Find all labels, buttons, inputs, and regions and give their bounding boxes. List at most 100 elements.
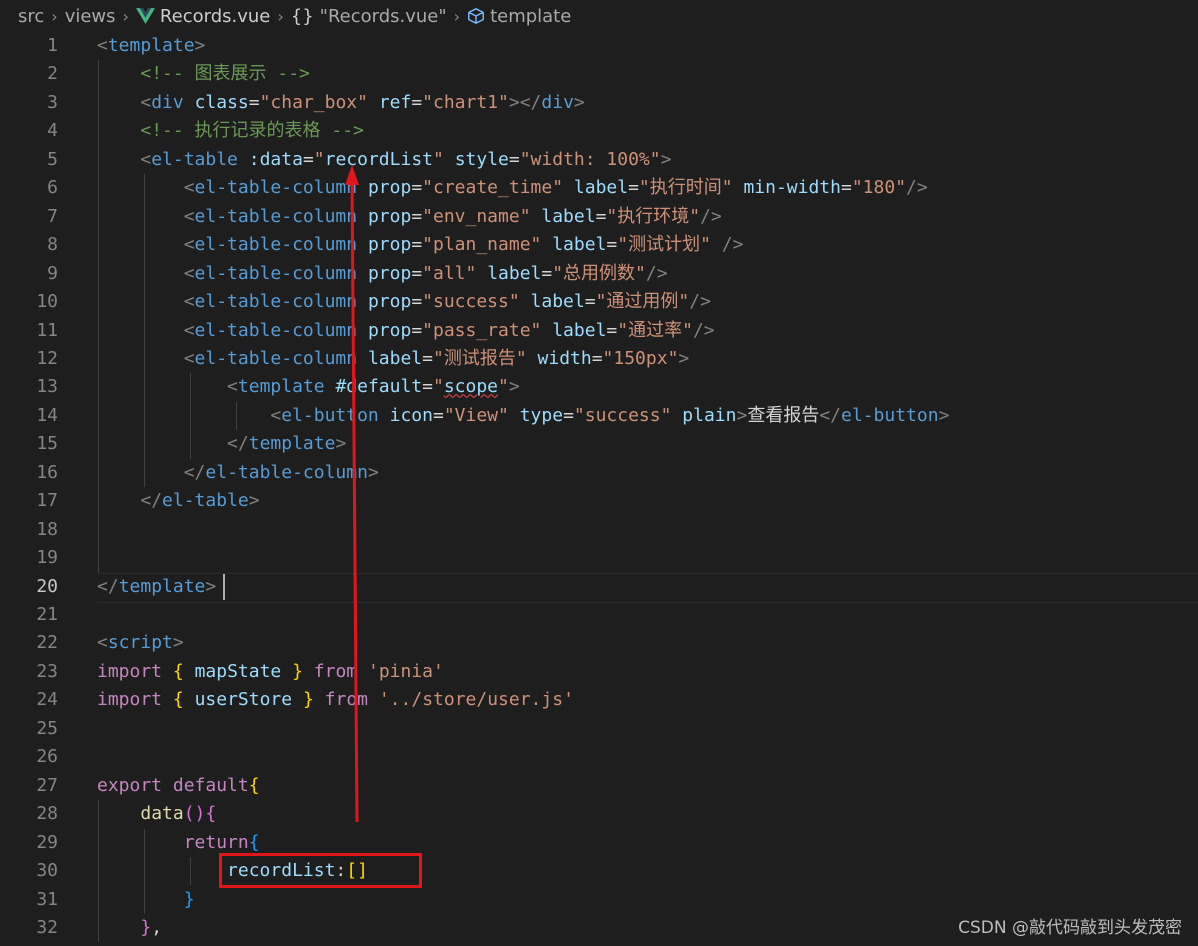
code-token: el-button (281, 404, 379, 426)
line-number: 10 (36, 291, 58, 313)
code-line[interactable]: 27 export default{ (0, 772, 1198, 800)
code-token: type (519, 404, 564, 426)
code-line[interactable]: 30 recordList:[] (0, 857, 1198, 885)
code-line[interactable]: 26 (0, 743, 1198, 771)
line-number: 21 (36, 604, 58, 625)
code-line[interactable]: 8 <el-table-column prop="plan_name" labe… (0, 231, 1198, 259)
code-token: /> (645, 262, 668, 284)
code-line[interactable]: 3 <div class="char_box" ref="chart1"></d… (0, 89, 1198, 117)
code-line[interactable]: 15 </template> (0, 430, 1198, 458)
line-number: 3 (47, 91, 58, 113)
code-line[interactable]: 4 <!-- 执行记录的表格 --> (0, 117, 1198, 145)
code-token: template (107, 35, 195, 56)
line-number: 32 (36, 916, 58, 938)
code-line[interactable]: 25 (0, 715, 1198, 743)
code-token: < (270, 404, 282, 426)
line-number: 6 (47, 177, 58, 199)
code-token: , (151, 916, 163, 938)
line-number: 1 (47, 35, 58, 56)
code-line[interactable]: 28 data(){ (0, 800, 1198, 828)
vue-file-icon (135, 8, 155, 24)
code-line[interactable]: 9 <el-table-column prop="all" label="总用例… (0, 260, 1198, 288)
code-token: " (433, 148, 444, 170)
code-line[interactable]: 21 (0, 601, 1198, 629)
code-line[interactable]: 23 import { mapState } from 'pinia' (0, 658, 1198, 686)
code-text: <template> (97, 32, 205, 60)
code-line[interactable]: 16 </el-table-column> (0, 459, 1198, 487)
code-token: < (140, 148, 152, 170)
chevron-right-icon: › (122, 6, 129, 26)
line-number: 31 (36, 888, 58, 910)
code-line[interactable]: 19 (0, 544, 1198, 572)
code-text: <el-table-column prop="pass_rate" label=… (97, 317, 715, 345)
line-number: 13 (36, 376, 58, 398)
code-token: " (498, 376, 509, 398)
code-token: "success" (573, 404, 672, 426)
code-text: </el-table-column> (97, 459, 379, 487)
breadcrumb-item-template[interactable]: template (490, 6, 571, 27)
code-line[interactable]: 22 <script> (0, 629, 1198, 657)
code-token: < (183, 347, 195, 369)
code-line[interactable]: 13 <template #default="scope"> (0, 373, 1198, 401)
code-token: "success" (422, 291, 520, 313)
code-line[interactable]: 24 import { userStore } from '../store/us… (0, 686, 1198, 714)
code-line[interactable]: 20 </template> (0, 573, 1198, 601)
breadcrumb-item-module[interactable]: "Records.vue" (320, 6, 447, 27)
code-line[interactable]: 12 <el-table-column label="测试报告" width="… (0, 345, 1198, 373)
code-token: "View" (443, 404, 509, 426)
code-line[interactable]: 18 (0, 516, 1198, 544)
code-line[interactable]: 2 <!-- 图表展示 --> (0, 60, 1198, 88)
code-text: export default{ (97, 772, 260, 800)
code-token: = (422, 376, 433, 398)
line-number: 14 (36, 404, 58, 426)
code-token: "150px" (602, 347, 679, 369)
code-token: = (628, 177, 639, 199)
code-token: "chart1" (422, 91, 509, 113)
code-line[interactable]: 5 <el-table :data="recordList" style="wi… (0, 146, 1198, 174)
code-token: '../store/user.js' (378, 689, 574, 711)
code-token: = (841, 177, 852, 199)
code-line[interactable]: 14 <el-button icon="View" type="success"… (0, 402, 1198, 430)
code-line[interactable]: 7 <el-table-column prop="env_name" label… (0, 203, 1198, 231)
code-token: userStore (194, 689, 293, 711)
breadcrumb-item-file[interactable]: Records.vue (160, 6, 270, 27)
code-token: < (183, 291, 195, 313)
code-line[interactable]: 31 } (0, 886, 1198, 914)
code-line[interactable]: 17 </el-table> (0, 487, 1198, 515)
code-line[interactable]: 6 <el-table-column prop="create_time" la… (0, 174, 1198, 202)
breadcrumb-item-src[interactable]: src (18, 6, 44, 27)
code-token: el-button (841, 404, 939, 426)
code-token: > (172, 632, 184, 654)
line-number: 4 (47, 120, 58, 142)
code-token: > (335, 433, 347, 455)
line-number: 7 (47, 205, 58, 227)
breadcrumb-item-views[interactable]: views (65, 6, 116, 27)
code-token: </ (140, 490, 163, 512)
code-token: { (172, 660, 184, 682)
code-line[interactable]: 1 <template> (0, 32, 1198, 60)
code-token: div (541, 91, 574, 113)
code-line[interactable]: 11 <el-table-column prop="pass_rate" lab… (0, 317, 1198, 345)
code-line[interactable]: 10 <el-table-column prop="success" label… (0, 288, 1198, 316)
code-token: ></ (508, 91, 542, 113)
code-token: = (541, 262, 553, 284)
code-line[interactable]: 29 return{ (0, 829, 1198, 857)
code-token: } (292, 660, 303, 682)
